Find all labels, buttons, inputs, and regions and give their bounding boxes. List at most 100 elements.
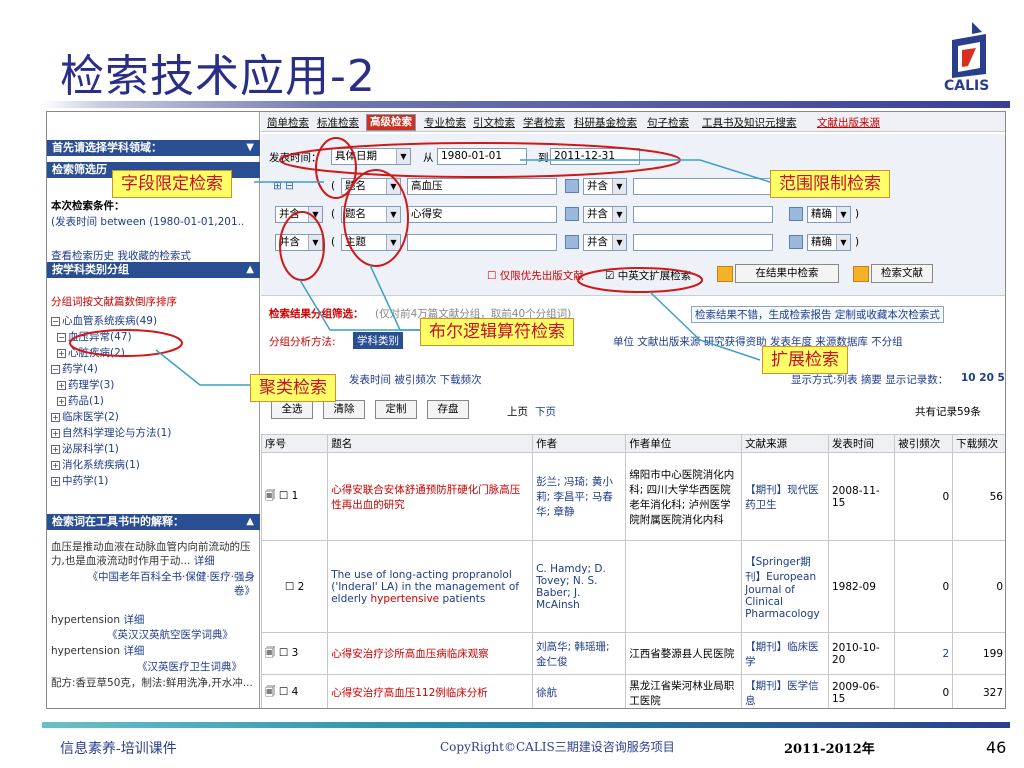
row-title[interactable]: The use of long-acting propranolol ('Ind…	[327, 540, 534, 633]
row-source[interactable]: 【期刊】临床医学	[741, 632, 829, 675]
col-download[interactable]: 下载频次	[952, 434, 1005, 453]
col-author[interactable]: 作者	[532, 434, 627, 453]
tab-professional[interactable]: 专业检索	[424, 115, 466, 130]
match-select[interactable]: 精确 ▼	[807, 234, 851, 251]
row-author[interactable]: 徐航	[532, 674, 627, 708]
tree-item[interactable]: − 药学(4)	[51, 361, 98, 376]
tab-citation[interactable]: 引文检索	[473, 115, 515, 130]
tab-reference[interactable]: 工具书及知识元搜索	[702, 115, 797, 130]
detail-link[interactable]: 详细	[123, 614, 144, 626]
method-links[interactable]: 单位 文献出版来源 研究获得资助 发表年度 来源数据库 不分组	[613, 334, 903, 349]
col-unit[interactable]: 作者单位	[625, 434, 743, 453]
row-author[interactable]: 彭兰; 冯琦; 黄小莉; 李昌平; 马春华; 章静	[532, 452, 627, 541]
detail-link[interactable]: 详细	[123, 645, 144, 657]
sort-links[interactable]: 发表时间 被引频次 下载频次	[349, 372, 482, 387]
page-size-links[interactable]: 10 20 50	[961, 372, 1005, 384]
priority-checkbox[interactable]: ☐ 仅限优先出版文献	[487, 268, 584, 283]
field-select[interactable]: 题名 ▼	[341, 178, 401, 195]
term-helper-icon[interactable]	[565, 179, 579, 193]
logic-select[interactable]: 并含 ▼	[275, 206, 323, 223]
row-author[interactable]: C. Hamdy; D. Tovey; N. S. Baber; J. McAi…	[532, 540, 627, 633]
keyword-input-2[interactable]	[633, 234, 773, 251]
table-row: ☐ 2 The use of long-acting propranolol (…	[260, 540, 1005, 633]
add-row-icon[interactable]: ⊞ ⊟	[273, 180, 294, 192]
logic-select[interactable]: 并含 ▼	[275, 234, 323, 251]
search-icon[interactable]	[853, 266, 869, 282]
time-mode-select[interactable]: 具体日期 ▼	[331, 148, 411, 165]
keyword-input[interactable]: 高血压	[407, 178, 557, 195]
row-cited[interactable]: 2	[894, 632, 954, 675]
custom-button[interactable]: 定制	[375, 400, 417, 419]
tree-item[interactable]: + 药理学(3)	[57, 377, 114, 392]
clear-button[interactable]: 清除	[323, 400, 365, 419]
row-title[interactable]: 心得安治疗诊所高血压病临床观察	[327, 632, 534, 675]
report-links[interactable]: 检索结果不错，生成检索报告 定制或收藏本次检索式	[691, 306, 944, 323]
row-no[interactable]: 🗐 ☐ 4	[260, 674, 329, 708]
field-select[interactable]: 主题 ▼	[341, 234, 401, 251]
term-helper-icon[interactable]	[789, 207, 803, 221]
tree-item[interactable]: + 药品(1)	[57, 393, 104, 408]
subject-header[interactable]: 首先请选择学科领域： ▼	[47, 140, 260, 156]
tab-simple[interactable]: 简单检索	[267, 115, 309, 130]
keyword-input-2[interactable]	[633, 206, 773, 223]
keyword-input[interactable]	[407, 234, 557, 251]
tab-standard[interactable]: 标准检索	[317, 115, 359, 130]
method-subject-button[interactable]: 学科类别	[353, 332, 403, 349]
row-title[interactable]: 心得安联合安体舒通预防肝硬化门脉高压性再出血的研究	[327, 452, 534, 541]
select-all-button[interactable]: 全选	[271, 400, 313, 419]
tree-item[interactable]: + 泌尿科学(1)	[51, 441, 119, 456]
search-icon[interactable]	[717, 266, 733, 282]
tree-item[interactable]: + 自然科学理论与方法(1)	[51, 425, 171, 440]
row-author[interactable]: 刘高华; 韩瑶珊; 金仁俊	[532, 632, 627, 675]
row-no[interactable]: 🗐 ☐ 3	[260, 632, 329, 675]
from-date-input[interactable]: 1980-01-01	[437, 148, 527, 165]
row-title[interactable]: 心得安治疗高血压112例临床分析	[327, 674, 534, 708]
definition-source[interactable]: 《汉英医疗卫生词典》	[137, 659, 242, 674]
search-button[interactable]: 检索文献	[871, 264, 933, 283]
tree-item[interactable]: + 中药学(1)	[51, 473, 108, 488]
prev-page-link[interactable]: 上页	[507, 404, 528, 419]
row-source[interactable]: 【期刊】医学信息	[741, 674, 829, 708]
tree-item[interactable]: − 心血管系统疾病(49)	[51, 313, 157, 328]
save-button[interactable]: 存盘	[427, 400, 469, 419]
tree-item[interactable]: + 消化系统疾病(1)	[51, 457, 140, 472]
definition-text: 血压是推动血液在动脉血管内向前流动的压力,也是血液流动时作用于动... 详细	[51, 541, 251, 567]
dictionary-header[interactable]: 检索词在工具书中的解释： ▲	[47, 514, 260, 530]
tab-sentence[interactable]: 句子检索	[647, 115, 689, 130]
to-date-input[interactable]: 2011-12-31	[550, 148, 640, 165]
keyword-input-2[interactable]	[633, 178, 773, 195]
row-no[interactable]: 🗐 ☐ 1	[260, 452, 329, 541]
definition-source[interactable]: 《英汉汉英航空医学词典》	[107, 627, 233, 642]
field-select[interactable]: 题名 ▼	[341, 206, 401, 223]
op-select[interactable]: 并含 ▼	[583, 206, 627, 223]
extend-checkbox[interactable]: ☑ 中英文扩展检索	[605, 268, 691, 283]
search-in-results-button[interactable]: 在结果中检索	[735, 264, 839, 283]
detail-link[interactable]: 详细	[194, 555, 215, 567]
tree-item[interactable]: − 血压异常(47)	[57, 329, 132, 344]
tab-publication-source[interactable]: 文献出版来源	[817, 115, 880, 130]
row-no[interactable]: ☐ 2	[260, 540, 329, 633]
tree-item[interactable]: + 临床医学(2)	[51, 409, 119, 424]
row-source[interactable]: 【期刊】现代医药卫生	[741, 452, 829, 541]
op-select[interactable]: 并含 ▼	[583, 234, 627, 251]
tab-advanced[interactable]: 高级检索	[366, 114, 416, 131]
tab-scholar[interactable]: 学者检索	[523, 115, 565, 130]
op-select[interactable]: 并含 ▼	[583, 178, 627, 195]
term-helper-icon[interactable]	[789, 235, 803, 249]
tab-fund[interactable]: 科研基金检索	[574, 115, 637, 130]
tree-item[interactable]: + 心脏疾病(2)	[57, 345, 125, 360]
keyword-input[interactable]: 心得安	[407, 206, 557, 223]
col-cited[interactable]: 被引频次	[894, 434, 954, 453]
display-options[interactable]: 显示方式:列表 摘要 显示记录数：	[791, 372, 948, 387]
next-page-link[interactable]: 下页	[535, 404, 556, 419]
term-helper-icon[interactable]	[565, 207, 579, 221]
col-title[interactable]: 题名	[327, 434, 534, 453]
term-helper-icon[interactable]	[565, 235, 579, 249]
history-link[interactable]: 查看检索历史 我收藏的检索式	[51, 248, 191, 263]
row-source[interactable]: 【Springer期刊】European Journal of Clinical…	[741, 540, 829, 633]
col-source[interactable]: 文献来源	[741, 434, 829, 453]
col-date[interactable]: 发表时间	[827, 434, 896, 453]
match-select[interactable]: 精确 ▼	[807, 206, 851, 223]
definition-source[interactable]: 《中国老年百科全书·保健·医疗·强身卷》	[77, 570, 255, 598]
group-by-subject-header[interactable]: 按学科类别分组 ▲	[47, 262, 260, 278]
